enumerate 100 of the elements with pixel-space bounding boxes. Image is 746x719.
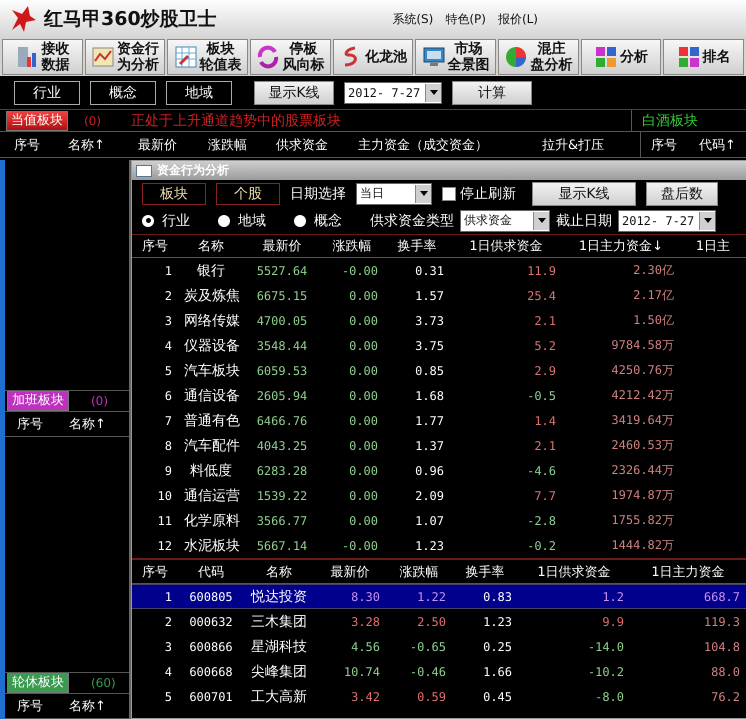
table-cell-text: 普通有色 — [183, 412, 241, 430]
table-cell-text: 2 — [164, 614, 173, 628]
toolbar-button[interactable]: 分析 — [580, 39, 662, 75]
column-header[interactable]: 序号 — [17, 415, 43, 433]
column-header[interactable]: 1日供求资金 — [518, 562, 630, 580]
table-cell-text: 0.00 — [348, 388, 379, 402]
period-select[interactable]: 当日 — [356, 182, 432, 204]
column-header[interactable]: 代码 — [178, 562, 244, 580]
column-header[interactable]: 涨跌幅 — [320, 237, 384, 255]
column-header[interactable]: 名称↑ — [69, 697, 106, 715]
sector-tag[interactable]: 加班板块 — [7, 391, 69, 411]
column-header[interactable]: 序号 — [651, 136, 677, 154]
calculate-button[interactable]: 计算 — [452, 80, 532, 104]
toolbar-button[interactable]: 接收 数据 — [2, 39, 83, 75]
kline-button[interactable]: 显示K线 — [532, 182, 636, 206]
toolbar-button[interactable]: 化龙池 — [332, 39, 414, 75]
table-cell-text: 工大高新 — [250, 688, 308, 706]
after-hours-button[interactable]: 盘后数 — [646, 182, 718, 206]
fund-type-select[interactable]: 供求资金 — [460, 210, 550, 232]
view-button[interactable]: 行业 — [14, 80, 80, 104]
end-date-label: 截止日期 — [556, 212, 612, 230]
column-header[interactable]: 1日供求资金 — [450, 237, 562, 255]
column-header[interactable]: 代码↑ — [699, 136, 736, 154]
radio-button[interactable] — [142, 214, 154, 226]
table-cell-text: 1974.87万 — [610, 487, 675, 504]
menu-item[interactable]: 报价(L) — [498, 10, 538, 28]
table-cell-text: 6 — [164, 388, 173, 402]
column-header[interactable]: 最新价 — [138, 136, 208, 154]
column-header[interactable]: 序号 — [132, 237, 178, 255]
table-cell-text: 5 — [164, 364, 173, 378]
table-cell-text: 0.00 — [348, 488, 379, 502]
radio-label[interactable]: 行业 — [162, 212, 190, 230]
table-cell-text: 104.8 — [702, 640, 741, 654]
column-header[interactable]: 供求资金 — [276, 136, 358, 154]
radio-label[interactable]: 地域 — [238, 212, 266, 230]
column-header[interactable]: 名称 — [244, 562, 314, 580]
table-row[interactable]: 5 600701 工大高新 3.42 0.59 0.45 -8.0 76.2 — [132, 684, 746, 709]
table-row[interactable]: 2 000632 三木集团 3.28 2.50 1.23 9.9 119.3 — [132, 609, 746, 634]
table-row[interactable]: 4 600668 尖峰集团 10.74 -0.46 1.66 -10.2 88.0 — [132, 659, 746, 684]
column-header[interactable]: 1日主 — [680, 237, 746, 255]
column-header[interactable]: 名称 — [178, 237, 244, 255]
column-header[interactable]: 涨跌幅 — [386, 562, 452, 580]
table-cell-text: 119.3 — [702, 614, 741, 628]
toolbar-button[interactable]: 板块 轮值表 — [167, 39, 248, 75]
checkbox-label[interactable]: 停止刷新 — [460, 184, 516, 202]
table-cell-text: 2.30亿 — [632, 262, 675, 279]
table-cell-text: 1 — [164, 264, 173, 278]
column-header[interactable]: 拉升&打压 — [542, 136, 640, 154]
date-select[interactable]: 2012- 7-27 — [344, 82, 442, 104]
column-header[interactable]: 序号 — [14, 136, 68, 154]
radio-label[interactable]: 概念 — [314, 212, 342, 230]
table-cell-text: 0.83 — [482, 590, 513, 604]
sector-tag[interactable]: 当值板块 — [6, 110, 68, 130]
table-cell-text: -8.0 — [594, 690, 625, 704]
column-header[interactable]: 名称↑ — [68, 136, 138, 154]
toolbar-button[interactable]: 市场 全景图 — [415, 39, 496, 75]
kline-button[interactable]: 显示K线 — [254, 80, 334, 104]
table-row[interactable]: 3 600866 星湖科技 4.56 -0.65 0.25 -14.0 104.8 — [132, 634, 746, 659]
column-header[interactable]: 换手率 — [452, 562, 518, 580]
table-cell-text: 1.77 — [414, 414, 445, 428]
menu-item[interactable]: 特色(P) — [445, 10, 486, 28]
table-cell-text: 9 — [164, 464, 173, 478]
table-cell-text: 料低度 — [189, 462, 233, 480]
toolbar-button[interactable]: 混庄 盘分析 — [498, 39, 579, 75]
table-cell-text: 0.45 — [482, 690, 513, 704]
table-cell-text: 0.59 — [416, 690, 447, 704]
mode-button[interactable]: 板块 — [142, 182, 206, 204]
table-cell-text: 1.2 — [601, 590, 625, 604]
column-header[interactable]: 主力资金（成交资金） — [358, 136, 542, 154]
sector-tag[interactable]: 轮休板块 — [7, 673, 69, 693]
column-header[interactable]: 涨跌幅 — [208, 136, 276, 154]
table-cell-text: 5667.14 — [256, 538, 308, 552]
radio-button[interactable] — [218, 214, 230, 226]
mode-button[interactable]: 个股 — [216, 182, 280, 204]
table-cell-text: 10.74 — [342, 664, 381, 678]
table-cell-text: 1.68 — [414, 388, 445, 402]
view-button[interactable]: 概念 — [90, 80, 156, 104]
fund-type-label: 供求资金类型 — [370, 212, 454, 230]
checkbox[interactable] — [442, 186, 456, 200]
menu-item[interactable]: 系统(S) — [392, 10, 434, 28]
table-cell-text: 5527.64 — [256, 264, 308, 278]
column-header[interactable]: 最新价 — [244, 237, 320, 255]
sector-description: 正处于上升通道趋势中的股票板块 — [131, 112, 341, 130]
table-cell-text: 银行 — [196, 262, 226, 280]
toolbar-button[interactable]: 停板 风向标 — [250, 39, 331, 75]
column-header[interactable]: 名称↑ — [69, 415, 106, 433]
end-date-select[interactable]: 2012- 7-27 — [618, 210, 716, 232]
column-header[interactable]: 序号 — [17, 697, 43, 715]
column-header[interactable]: 1日主力资金 — [630, 562, 746, 580]
radio-button[interactable] — [294, 214, 306, 226]
column-header[interactable]: 最新价 — [314, 562, 386, 580]
table-row[interactable]: 1 600805 悦达投资 8.30 1.22 0.83 1.2 668.7 — [132, 584, 746, 609]
toolbar-button[interactable]: 排名 — [663, 39, 744, 75]
table-cell-text: 0.85 — [414, 364, 445, 378]
column-header[interactable]: 序号 — [132, 562, 178, 580]
column-header[interactable]: 1日主力资金↓ — [562, 237, 680, 255]
view-button[interactable]: 地域 — [166, 80, 232, 104]
column-header[interactable]: 换手率 — [384, 237, 450, 255]
table-cell-text: -0.00 — [340, 538, 379, 552]
toolbar-button[interactable]: 资金行 为分析 — [84, 39, 166, 75]
